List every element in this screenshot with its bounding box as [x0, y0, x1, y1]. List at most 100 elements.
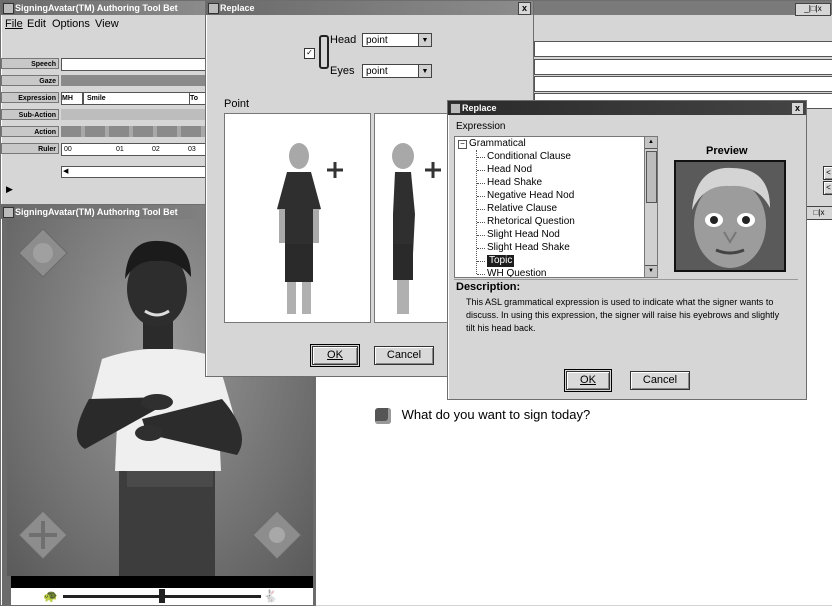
preview-face: [692, 167, 770, 268]
replace-expr-title: Replace: [462, 103, 497, 113]
menu-bar: File Edit Options View: [1, 16, 206, 32]
slider-thumb[interactable]: [159, 589, 165, 603]
ruler: 00 01 02 03: [61, 143, 208, 156]
tree-scrollbar[interactable]: ▲ ▼: [644, 137, 657, 277]
scroll-thumb[interactable]: [646, 151, 657, 203]
row-label-ruler: Ruler: [1, 143, 59, 154]
app-icon: [3, 207, 14, 218]
right-scroll-button[interactable]: <: [823, 181, 832, 195]
eyes-select[interactable]: point ▼: [362, 64, 432, 78]
head-ok-button[interactable]: OK: [310, 344, 360, 367]
replace-head-title: Replace: [220, 3, 255, 13]
tree-item[interactable]: WH Question: [476, 268, 546, 277]
expression-label: Expression: [456, 121, 506, 132]
rotate-control-icon[interactable]: [18, 228, 68, 278]
expr-cancel-button[interactable]: Cancel: [630, 371, 690, 390]
chevron-down-icon: ▼: [418, 34, 431, 46]
expression-cell-smile[interactable]: Smile: [83, 92, 192, 105]
move-icon[interactable]: [425, 162, 441, 178]
ruler-tick: 03: [188, 146, 196, 153]
replace-expr-title-bar: Replace: [448, 101, 806, 115]
expression-tree[interactable]: − Grammatical Conditional Clause Head No…: [454, 136, 658, 278]
collapse-icon[interactable]: −: [458, 140, 467, 149]
tree-item[interactable]: Head Shake: [476, 177, 542, 189]
description-label: Description:: [456, 281, 521, 293]
tree-item[interactable]: Conditional Clause: [477, 151, 571, 163]
point-label: Point: [224, 98, 250, 110]
scroll-down-icon[interactable]: ▼: [645, 265, 657, 277]
tree-item-selected[interactable]: Topic: [476, 255, 515, 267]
close-icon[interactable]: x: [791, 102, 804, 115]
eyes-label: Eyes: [330, 65, 355, 77]
book-icon: [375, 407, 391, 424]
app-icon: [3, 3, 14, 14]
move-icon[interactable]: [327, 162, 343, 178]
tree-item[interactable]: Slight Head Nod: [477, 229, 560, 241]
right-field-3[interactable]: [534, 76, 832, 92]
head-select-value: point: [366, 35, 388, 46]
tree-root-grammatical[interactable]: Grammatical: [469, 138, 526, 149]
tree-item[interactable]: Slight Head Shake: [477, 242, 570, 254]
row-label-speech: Speech: [1, 58, 59, 69]
row-label-subaction: Sub-Action: [1, 109, 59, 120]
zoom-control-icon[interactable]: [252, 510, 302, 560]
front-view-panel[interactable]: [224, 113, 371, 323]
head-label: Head: [330, 34, 357, 46]
eyes-select-value: point: [366, 66, 388, 77]
ruler-tick: 01: [116, 146, 124, 153]
speed-slider[interactable]: 🐢 🐇: [11, 588, 313, 605]
menu-file[interactable]: File: [5, 16, 23, 32]
menu-edit[interactable]: Edit: [27, 16, 46, 32]
menu-view[interactable]: View: [95, 16, 119, 32]
content-window-controls[interactable]: □|x: [805, 206, 832, 220]
tree-item[interactable]: Head Nod: [476, 164, 532, 176]
main-title-bar: SigningAvatar(TM) Authoring Tool Bet: [1, 1, 210, 15]
sign-prompt: What do you want to sign today?: [375, 405, 590, 425]
timeline-scrollbar[interactable]: ◀: [61, 166, 208, 178]
right-field-2[interactable]: [534, 59, 832, 75]
title-bar-right: [531, 1, 832, 15]
replace-head-title-bar: Replace: [206, 1, 533, 15]
pan-control-icon[interactable]: [18, 510, 68, 560]
main-title: SigningAvatar(TM) Authoring Tool Bet: [15, 3, 178, 13]
front-view-figure: [277, 143, 343, 314]
row-label-gaze: Gaze: [1, 75, 59, 86]
expression-cell-mh[interactable]: MH: [61, 92, 83, 105]
description-text: This ASL grammatical expression is used …: [466, 297, 780, 333]
speech-track[interactable]: [61, 58, 208, 71]
description-box: Description: This ASL grammatical expres…: [454, 279, 798, 352]
ruler-tick: 00: [64, 146, 72, 153]
turtle-icon: 🐢: [43, 589, 58, 603]
window-controls[interactable]: _|□|x: [795, 3, 831, 16]
action-track[interactable]: [61, 126, 206, 137]
dialog-icon: [450, 103, 461, 114]
play-icon[interactable]: ▶: [6, 184, 13, 195]
subaction-track[interactable]: [61, 109, 206, 120]
expr-ok-button[interactable]: OK: [564, 369, 612, 392]
right-field-1[interactable]: [534, 41, 832, 57]
tree-item[interactable]: Rhetorical Question: [477, 216, 575, 228]
scroll-left-icon[interactable]: ◀: [63, 167, 68, 175]
link-checkbox[interactable]: ✓: [304, 48, 315, 59]
right-scroll-button[interactable]: <: [823, 166, 832, 180]
head-cancel-button[interactable]: Cancel: [374, 346, 434, 365]
row-label-expression: Expression: [1, 92, 59, 103]
dialog-icon: [208, 3, 219, 14]
head-select[interactable]: point ▼: [362, 33, 432, 47]
gaze-track[interactable]: [61, 75, 206, 86]
row-label-action: Action: [1, 126, 59, 137]
chevron-down-icon: ▼: [418, 65, 431, 77]
speed-slider-bar: [11, 576, 313, 588]
preview-panel: [674, 160, 786, 272]
scroll-up-icon[interactable]: ▲: [645, 137, 657, 149]
prompt-text: What do you want to sign today?: [401, 407, 591, 422]
tree-item[interactable]: Relative Clause: [476, 203, 557, 215]
avatar-title: SigningAvatar(TM) Authoring Tool Bet: [15, 207, 178, 217]
tree-guide-line: [476, 150, 477, 274]
ruler-tick: 02: [152, 146, 160, 153]
menu-options[interactable]: Options: [52, 16, 90, 32]
tree-item[interactable]: Negative Head Nod: [476, 190, 574, 202]
replace-expression-dialog: Replace x Expression − Grammatical Condi…: [447, 100, 807, 400]
close-icon[interactable]: x: [518, 2, 531, 15]
timeline: Speech Gaze Expression Sub-Action Action…: [1, 56, 208, 178]
